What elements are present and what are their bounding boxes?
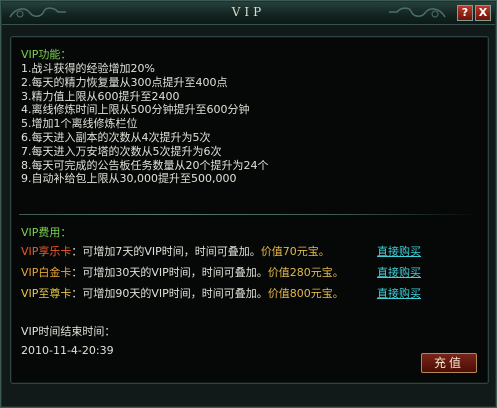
buy-link-vip-supreme[interactable]: 直接购买 bbox=[377, 285, 421, 301]
feature-item: 6.每天进入副本的次数从4次提升为5次 bbox=[21, 130, 211, 144]
feature-item: 2.每天的精力恢复量从300点提升至400点 bbox=[21, 75, 228, 89]
feature-item: 5.增加1个离线修炼栏位 bbox=[21, 117, 138, 131]
vip-end-time-value: 2010-11-4-20:39 bbox=[21, 344, 114, 357]
title-bar[interactable]: VIP ? X bbox=[2, 2, 495, 25]
feature-item: 4.离线修炼时间上限从500分钟提升至600分钟 bbox=[21, 103, 250, 117]
card-description: ：可增加90天的VIP时间，时间可叠加。 bbox=[71, 287, 268, 300]
feature-item: 1.战斗获得的经验增加20% bbox=[21, 62, 155, 75]
card-price: 价值280元宝。 bbox=[267, 266, 344, 279]
cloud-ornament-icon bbox=[389, 7, 446, 18]
card-name: VIP白金卡 bbox=[21, 266, 72, 279]
vip-window: VIP ? X VIP功能： 1.战斗获得的经验增加20% 2.每天的精力恢复量… bbox=[0, 0, 497, 408]
feature-item: 8.每天可完成的公告板任务数量从20个提升为24个 bbox=[21, 158, 269, 172]
fees-title: VIP费用： bbox=[21, 226, 72, 239]
fee-row-vip-platinum: VIP白金卡：可增加30天的VIP时间，时间可叠加。价值280元宝。 bbox=[21, 264, 344, 280]
fee-row-vip-supreme: VIP至尊卡：可增加90天的VIP时间，时间可叠加。价值800元宝。 bbox=[21, 285, 344, 301]
fee-row-vip-enjoy: VIP享乐卡：可增加7天的VIP时间，时间可叠加。价值70元宝。 bbox=[21, 243, 330, 259]
feature-item: 7.每天进入万安塔的次数从5次提升为6次 bbox=[21, 144, 222, 158]
feature-item: 3.精力值上限从600提升至2400 bbox=[21, 89, 180, 103]
feature-item: 9.自动补给包上限从30,000提升至500,000 bbox=[21, 172, 237, 186]
close-button[interactable]: X bbox=[475, 5, 491, 21]
card-name: VIP至尊卡 bbox=[21, 287, 72, 300]
card-name: VIP享乐卡 bbox=[21, 245, 72, 258]
buy-link-vip-platinum[interactable]: 直接购买 bbox=[377, 264, 421, 280]
help-button[interactable]: ? bbox=[457, 5, 473, 21]
card-description: ：可增加30天的VIP时间，时间可叠加。 bbox=[71, 266, 268, 279]
content-panel: VIP功能： 1.战斗获得的经验增加20% 2.每天的精力恢复量从300点提升至… bbox=[10, 36, 489, 384]
buy-link-vip-enjoy[interactable]: 直接购买 bbox=[377, 243, 421, 259]
features-list: 1.战斗获得的经验增加20% 2.每天的精力恢复量从300点提升至400点 3.… bbox=[21, 62, 269, 186]
features-title: VIP功能： bbox=[21, 48, 72, 61]
card-price: 价值800元宝。 bbox=[267, 287, 344, 300]
vip-end-time-label: VIP时间结束时间： bbox=[21, 325, 116, 338]
divider bbox=[19, 214, 479, 215]
card-price: 价值70元宝。 bbox=[260, 245, 330, 258]
recharge-button[interactable]: 充值 bbox=[421, 353, 477, 373]
card-description: ：可增加7天的VIP时间，时间可叠加。 bbox=[71, 245, 261, 258]
